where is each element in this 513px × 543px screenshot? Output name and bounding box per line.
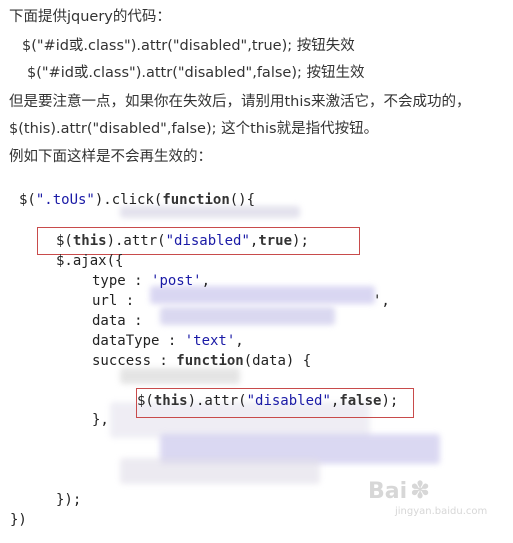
intro-line-3: $("#id或.class").attr("disabled",false); … — [27, 65, 365, 81]
code-line: $(this).attr("disabled",false); — [137, 393, 399, 409]
code-line: dataType : 'text', — [92, 333, 244, 349]
blurred-region — [160, 307, 335, 325]
code-line: }, — [92, 412, 109, 428]
blurred-region — [120, 458, 320, 484]
code-line: ', — [373, 293, 390, 309]
code-line: data : — [92, 313, 143, 329]
intro-line-6: 例如下面这样是不会再生效的： — [9, 149, 212, 165]
code-line: $(".toUs").click(function(){ — [19, 192, 256, 208]
code-line: url : — [92, 293, 143, 309]
code-line: success : function(data) { — [92, 353, 312, 369]
code-line: }) — [10, 512, 27, 528]
watermark-url: jingyan.baidu.com — [395, 506, 488, 517]
intro-line-4: 但是要注意一点，如果你在失效后，请别用this来激活它，不会成功的， — [9, 94, 471, 110]
code-screenshot: $(".toUs").click(function(){ $(this).att… — [0, 176, 513, 543]
watermark-paw-icon: ✽ — [410, 476, 431, 504]
code-line: $.ajax({ — [56, 253, 124, 269]
code-line: }); — [56, 492, 82, 508]
intro-line-1: 下面提供jquery的代码： — [9, 9, 171, 25]
code-line: type : 'post', — [92, 273, 211, 289]
intro-line-2: $("#id或.class").attr("disabled",true); 按… — [22, 38, 355, 54]
code-line: $(this).attr("disabled",true); — [56, 233, 309, 249]
intro-line-5: $(this).attr("disabled",false); 这个this就是… — [9, 121, 379, 137]
watermark-logo: Bai — [368, 479, 408, 504]
